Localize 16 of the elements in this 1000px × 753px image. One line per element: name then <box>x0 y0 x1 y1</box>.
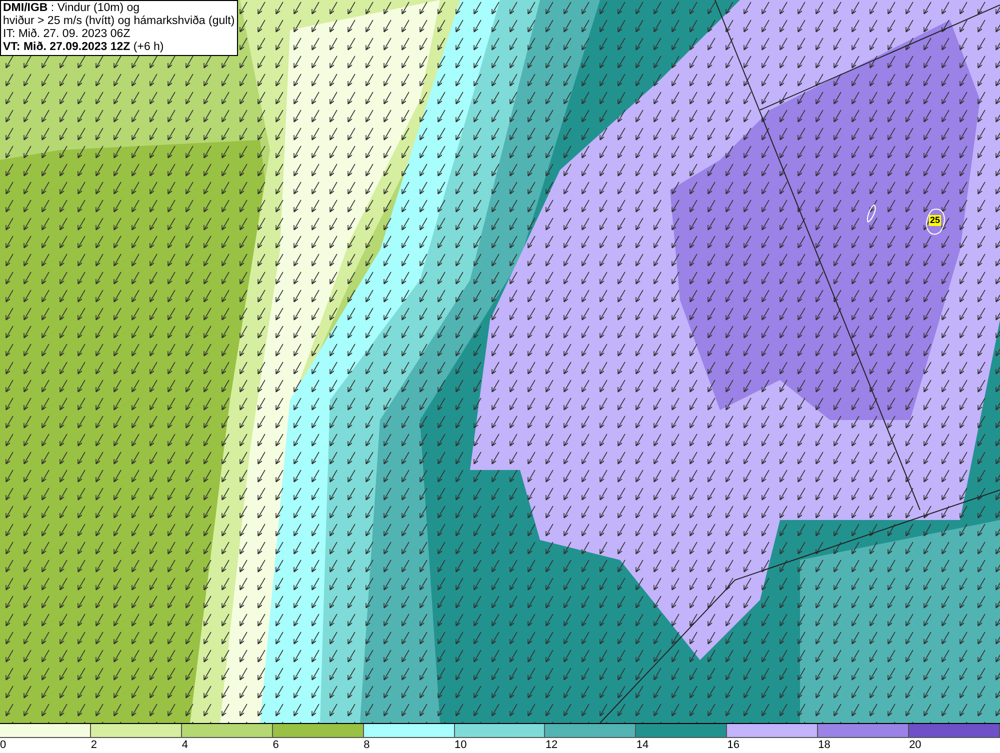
legend-tick-label: 18 <box>818 738 830 752</box>
legend-tick-label: 2 <box>90 738 98 752</box>
max-gust-label: 25 <box>929 215 942 226</box>
legend-tick-label: 6 <box>272 738 279 752</box>
legend-tick-label: 14 <box>636 738 649 752</box>
legend-tick-label: 8 <box>364 738 370 752</box>
title-line: hviður > 25 m/s (hvítt) og hámarkshviða (gult) <box>3 15 235 28</box>
legend-tick-label: 4 <box>182 738 188 752</box>
legend-tick-label: 16 <box>727 738 740 752</box>
title-line: DMI/IGB : Vindur (10m) og <box>3 2 141 15</box>
legend-tick-label: 20 <box>909 738 922 752</box>
title-line: VT: Mið. 27.09.2023 12Z (+6 h) <box>3 41 165 54</box>
legend-tick-label: 0 <box>0 738 6 752</box>
title-line: IT: Mið. 27. 09. 2023 06Z <box>3 28 132 41</box>
legend-tick-label: 12 <box>545 738 558 752</box>
legend-tick-label: 10 <box>454 738 467 752</box>
